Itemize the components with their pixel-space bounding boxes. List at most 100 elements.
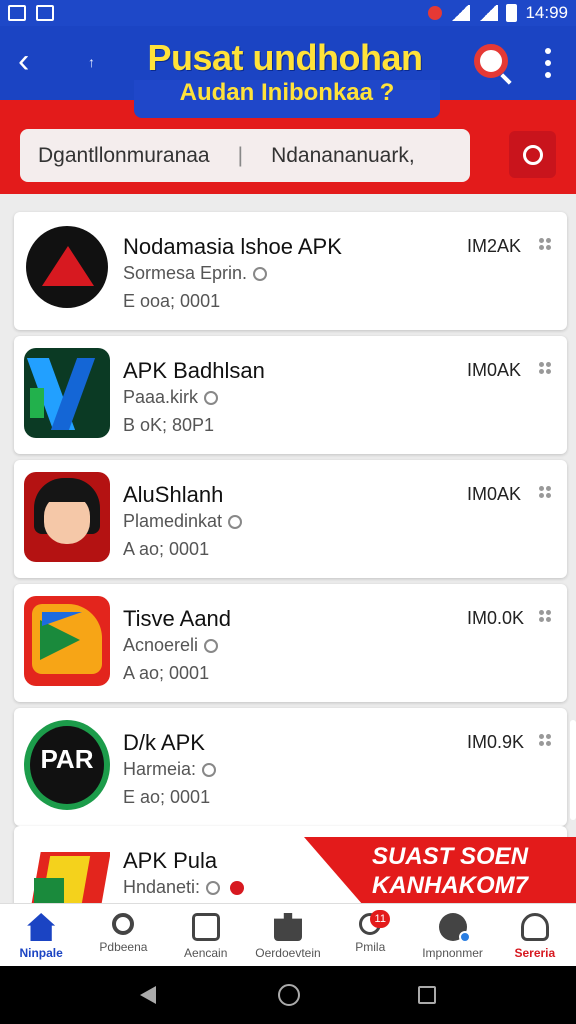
app-name: Nodamasia lshoe APK — [123, 234, 342, 259]
home-icon — [27, 913, 56, 941]
gallery-icon — [8, 5, 26, 21]
app-meta: A ao; 0001 — [123, 539, 210, 559]
app-name: D/k APK — [123, 730, 205, 755]
nav-label: Aencain — [184, 946, 228, 960]
nav-item-box[interactable]: Aencain — [165, 904, 247, 966]
dot-icon — [545, 72, 551, 78]
nav-label: Sereria — [514, 946, 556, 960]
puzzle-icon — [273, 913, 302, 941]
verified-icon — [204, 639, 219, 654]
system-back-icon[interactable] — [140, 986, 156, 1004]
wifi-icon — [450, 5, 471, 21]
search-button[interactable] — [509, 131, 556, 178]
nav-item-people[interactable]: 11 Pmila — [329, 904, 411, 966]
nav-item-user[interactable]: Sereria — [494, 904, 576, 966]
dot-icon — [545, 60, 551, 66]
app-developer-text: Acnoereli — [123, 635, 199, 655]
logo-bang — [42, 488, 92, 502]
app-size: IM0AK — [467, 360, 522, 380]
search-lens-button[interactable] — [474, 44, 508, 78]
app-size: IM2AK — [467, 236, 522, 256]
app-developer: Sormesa Eprin. — [123, 263, 268, 284]
app-card[interactable]: PAR D/k APK Harmeia: E ao; 0001 IM0.9K — [14, 708, 567, 826]
system-nav — [0, 966, 576, 1024]
search-input[interactable]: Dgantllonmuranaa | Ndanananuark, — [20, 129, 470, 182]
nav-item-ball[interactable]: Impnonmer — [411, 904, 493, 966]
drag-handle-icon[interactable] — [539, 362, 551, 374]
logo-shape — [40, 620, 80, 660]
app-card[interactable]: AluShlanh Plamedinkat A ao; 0001 IM0AK — [14, 460, 567, 578]
people-icon: 11 — [359, 910, 391, 935]
system-recents-icon[interactable] — [418, 986, 436, 1004]
app-developer: Plamedinkat — [123, 511, 243, 532]
app-card[interactable]: Nodamasia lshoe APK Sormesa Eprin. E ooa… — [14, 212, 567, 330]
drag-handle-icon[interactable] — [539, 610, 551, 622]
app-size: IM0AK — [467, 484, 522, 504]
app-developer-text: Plamedinkat — [123, 511, 223, 531]
promo-line: KANHAKOM7 — [372, 872, 528, 899]
app-developer-text: Sormesa Eprin. — [123, 263, 248, 283]
signal-icon — [478, 5, 499, 21]
app-meta: E ao; 0001 — [123, 787, 211, 807]
user-icon — [520, 913, 549, 941]
app-card[interactable]: Tisve Aand Acnoereli A ao; 0001 IM0.0K — [14, 584, 567, 702]
dot-icon — [545, 48, 551, 54]
promo-text: SUAST SOEN KANHAKOM7 — [372, 842, 568, 900]
nav-label: Oerdoevtein — [255, 946, 321, 960]
battery-icon — [506, 4, 518, 22]
system-home-icon[interactable] — [278, 984, 300, 1006]
app-logo — [24, 596, 110, 686]
app-developer-text: Paaa.kirk — [123, 387, 199, 407]
nav-label: Pmila — [355, 940, 386, 954]
verified-icon — [202, 763, 217, 778]
app-developer-text: Harmeia: — [123, 759, 197, 779]
app-card[interactable]: APK Badhlsan Paaa.kirk B oK; 80P1 IM0AK — [14, 336, 567, 454]
verified-icon — [228, 515, 243, 530]
nav-label: Impnonmer — [422, 946, 483, 960]
search-right-text: Ndanananuark, — [271, 143, 415, 167]
verified-icon — [206, 881, 221, 896]
logo-shape — [42, 612, 82, 626]
drag-handle-icon[interactable] — [539, 238, 551, 250]
nav-item-home[interactable]: Ninpale — [0, 904, 82, 966]
app-size: IM0.9K — [467, 732, 525, 752]
app-developer: Acnoereli — [123, 635, 219, 656]
app-meta: A ao; 0001 — [123, 663, 210, 683]
app-meta: B oK; 80P1 — [123, 415, 215, 435]
status-time: 14:99 — [525, 3, 568, 22]
logo-text: PAR — [40, 744, 94, 774]
more-options-button[interactable] — [541, 48, 555, 78]
verified-icon — [253, 267, 268, 282]
nav-label: Pdbeena — [99, 940, 148, 954]
app-name: APK Badhlsan — [123, 358, 265, 383]
record-icon — [230, 881, 245, 896]
app-developer: Harmeia: — [123, 759, 217, 780]
app-size: IM0.0K — [467, 608, 525, 628]
record-icon — [428, 6, 443, 20]
nav-item-puzzle[interactable]: Oerdoevtein — [247, 904, 329, 966]
status-bar: 14:99 — [0, 0, 576, 26]
app-name: APK Pula — [123, 848, 218, 873]
bottom-nav: Ninpale Pdbeena Aencain Oerdoevtein 11 P… — [0, 903, 576, 966]
search-separator: | — [237, 143, 244, 167]
back-button[interactable]: ‹ — [18, 44, 50, 80]
settings-badge-icon — [458, 931, 471, 943]
drag-handle-icon[interactable] — [539, 486, 551, 498]
subtitle-band: Audan Inibonkaa ? — [134, 80, 440, 118]
upload-icon: ↑ — [88, 54, 95, 70]
app-logo: PAR — [24, 720, 110, 810]
nav-label: Ninpale — [19, 946, 63, 960]
app-logo — [24, 472, 110, 562]
app-name: Tisve Aand — [123, 606, 232, 631]
search-left-text: Dgantllonmuranaa — [38, 143, 210, 167]
page-subtitle: Audan Inibonkaa ? — [179, 79, 395, 106]
app-logo — [24, 224, 110, 314]
drag-handle-icon[interactable] — [539, 734, 551, 746]
nav-item-search[interactable]: Pdbeena — [82, 904, 164, 966]
logo-stripe — [30, 388, 44, 418]
title-wrap: Pusat undhohan — [120, 38, 450, 78]
box-icon — [191, 913, 220, 941]
notification-badge: 11 — [370, 910, 391, 928]
ball-icon — [438, 913, 471, 943]
scrollbar[interactable] — [570, 720, 576, 820]
